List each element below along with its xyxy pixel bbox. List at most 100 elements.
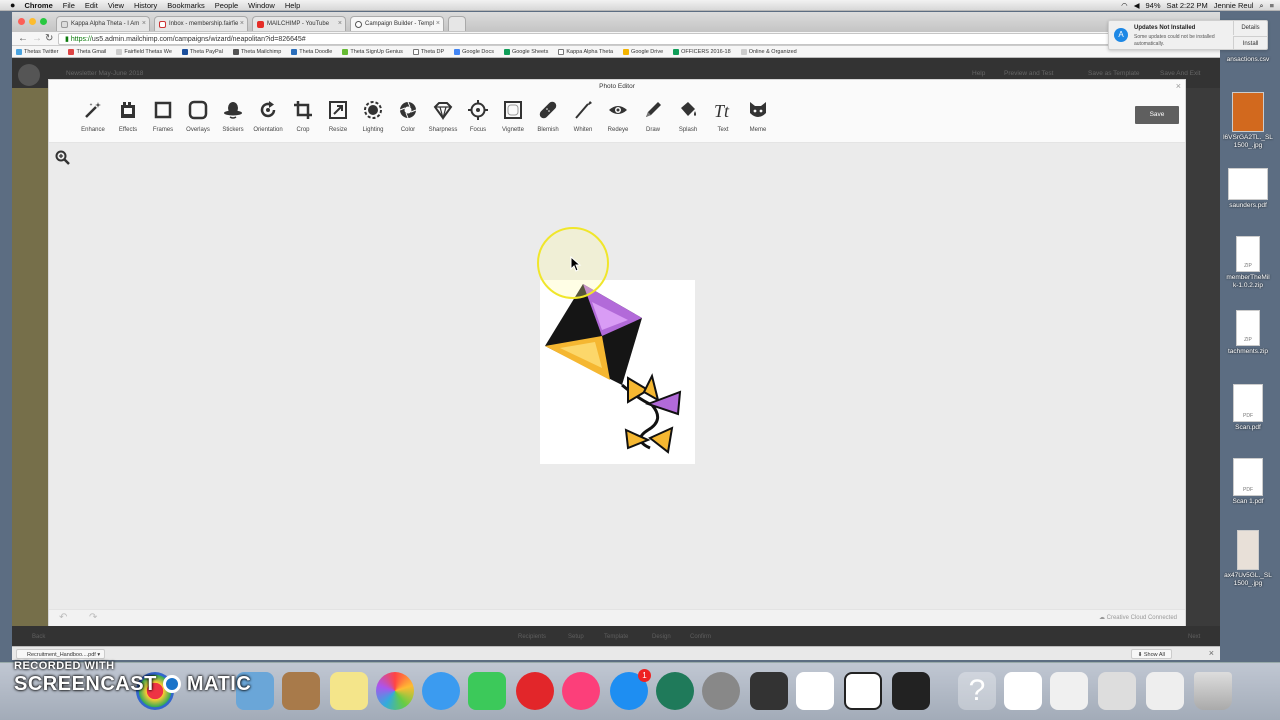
- menu-app[interactable]: Chrome: [24, 1, 52, 10]
- photos-icon[interactable]: [376, 672, 414, 710]
- chevron-down-icon[interactable]: ▾: [97, 652, 100, 658]
- forward-arrow-icon[interactable]: →: [32, 33, 42, 44]
- wifi-icon[interactable]: ◠: [1121, 1, 1128, 10]
- search-icon[interactable]: ⌕: [1259, 1, 1263, 11]
- document-stack-icon[interactable]: [1004, 672, 1042, 710]
- step-confirm[interactable]: Confirm: [690, 634, 711, 640]
- undo-icon[interactable]: ↶: [59, 612, 67, 623]
- minimize-window-icon[interactable]: [29, 18, 36, 25]
- tool-focus[interactable]: Focus: [460, 100, 496, 133]
- help-link[interactable]: Help: [972, 70, 985, 77]
- tab-kappa-alpha-theta[interactable]: Kappa Alpha Theta - I Am ×: [56, 16, 150, 31]
- tab-close-icon[interactable]: ×: [338, 20, 342, 27]
- checkmark-app-icon[interactable]: [796, 672, 834, 710]
- bookmark-item[interactable]: Theta Gmail: [68, 48, 106, 55]
- help-question-icon[interactable]: ?: [958, 672, 996, 710]
- desktop-file[interactable]: l6VSrGA2TL._SL 1500_.jpg: [1222, 92, 1274, 150]
- menu-window[interactable]: Window: [248, 1, 275, 10]
- tool-frames[interactable]: Frames: [145, 100, 181, 133]
- desktop-file[interactable]: ZIP tachments.zip: [1222, 310, 1274, 356]
- tab-close-icon[interactable]: ×: [436, 20, 440, 27]
- downloads-stack-icon[interactable]: [1146, 672, 1184, 710]
- save-and-exit-link[interactable]: Save And Exit: [1160, 70, 1200, 77]
- desktop-file[interactable]: PDF Scan 1.pdf: [1222, 458, 1274, 506]
- battery-level[interactable]: 94%: [1146, 1, 1161, 10]
- keyboard-icon[interactable]: [1098, 672, 1136, 710]
- bookmark-item[interactable]: OFFICERS 2016-18: [673, 48, 731, 55]
- user-name[interactable]: Jennie Reul: [1214, 1, 1254, 10]
- reload-icon[interactable]: ↻: [45, 33, 53, 44]
- desktop-file[interactable]: ZIP memberTheMil k-1.0.2.zip: [1222, 236, 1274, 290]
- tool-splash[interactable]: Splash: [670, 100, 706, 133]
- tool-vignette[interactable]: Vignette: [495, 100, 531, 133]
- menu-list-icon[interactable]: ≡: [1270, 1, 1274, 10]
- tool-draw[interactable]: Draw: [635, 100, 671, 133]
- tool-overlays[interactable]: Overlays: [180, 100, 216, 133]
- tool-orientation[interactable]: Orientation: [250, 100, 286, 133]
- step-template[interactable]: Template: [604, 634, 628, 640]
- install-button[interactable]: Install: [1233, 36, 1267, 50]
- bookmark-item[interactable]: Fairfield Thetas We: [116, 48, 172, 55]
- bookmark-item[interactable]: Theta DP: [412, 48, 444, 55]
- mailchimp-logo-icon[interactable]: [18, 64, 40, 86]
- tool-text[interactable]: Tt Text: [705, 100, 741, 133]
- bookmark-item[interactable]: Google Sheets: [503, 48, 548, 55]
- close-downloads-icon[interactable]: ×: [1209, 648, 1214, 658]
- messages-icon[interactable]: [422, 672, 460, 710]
- facetime-icon[interactable]: [468, 672, 506, 710]
- new-tab-button[interactable]: [448, 16, 466, 31]
- document-stack-icon[interactable]: [1050, 672, 1088, 710]
- itunes-icon[interactable]: [562, 672, 600, 710]
- desktop-file[interactable]: saunders.pdf: [1222, 168, 1274, 210]
- tab-youtube[interactable]: MAILCHIMP - YouTube ×: [252, 16, 346, 31]
- menu-bookmarks[interactable]: Bookmarks: [167, 1, 205, 10]
- tool-crop[interactable]: Crop: [285, 100, 321, 133]
- screenshot-app-icon[interactable]: [892, 672, 930, 710]
- menu-edit[interactable]: Edit: [85, 1, 98, 10]
- desktop-file[interactable]: ax47Uv5GL._SL 1500_.jpg: [1222, 530, 1274, 588]
- tool-color[interactable]: Color: [390, 100, 426, 133]
- system-preferences-icon[interactable]: [702, 672, 740, 710]
- save-button[interactable]: Save: [1135, 106, 1179, 124]
- menu-help[interactable]: Help: [285, 1, 300, 10]
- download-item[interactable]: Recruitment_Handboo....pdf ▾: [16, 649, 106, 659]
- tool-effects[interactable]: Effects: [110, 100, 146, 133]
- back-button[interactable]: Back: [32, 634, 45, 640]
- tool-redeye[interactable]: Redeye: [600, 100, 636, 133]
- close-icon[interactable]: ×: [1176, 81, 1181, 91]
- menu-people[interactable]: People: [215, 1, 238, 10]
- image-canvas[interactable]: [540, 280, 695, 464]
- trash-icon[interactable]: [1194, 672, 1232, 710]
- back-arrow-icon[interactable]: ←: [18, 33, 28, 44]
- clock[interactable]: Sat 2:22 PM: [1167, 1, 1208, 10]
- bookmark-item[interactable]: Kappa Alpha Theta: [558, 48, 613, 55]
- tab-close-icon[interactable]: ×: [240, 20, 244, 27]
- tool-whiten[interactable]: Whiten: [565, 100, 601, 133]
- step-setup[interactable]: Setup: [568, 634, 584, 640]
- bookmark-item[interactable]: Google Drive: [623, 48, 663, 55]
- tool-lighting[interactable]: Lighting: [355, 100, 391, 133]
- bookmark-item[interactable]: Theta SignUp Genius: [342, 48, 403, 55]
- tab-inbox[interactable]: Inbox - membership.fairfie ×: [154, 16, 248, 31]
- bookmark-item[interactable]: Theta Doodle: [291, 48, 332, 55]
- menu-view[interactable]: View: [108, 1, 124, 10]
- next-button[interactable]: Next: [1188, 634, 1200, 640]
- apple-icon[interactable]: ●: [10, 0, 15, 10]
- bookmark-item[interactable]: Theta Mailchimp: [232, 48, 281, 55]
- url-field[interactable]: ▮ https://us5.admin.mailchimp.com/campai…: [58, 33, 1188, 45]
- printer-icon[interactable]: [750, 672, 788, 710]
- tool-stickers[interactable]: Stickers: [215, 100, 251, 133]
- bookmark-item[interactable]: Theta PayPal: [181, 48, 223, 55]
- tool-meme[interactable]: Meme: [740, 100, 776, 133]
- tool-blemish[interactable]: Blemish: [530, 100, 566, 133]
- time-machine-icon[interactable]: [656, 672, 694, 710]
- menu-history[interactable]: History: [134, 1, 157, 10]
- close-window-icon[interactable]: [18, 18, 25, 25]
- tab-close-icon[interactable]: ×: [142, 20, 146, 27]
- zoom-icon[interactable]: [55, 150, 71, 169]
- notes-icon[interactable]: [330, 672, 368, 710]
- dots-app-icon[interactable]: [516, 672, 554, 710]
- menu-file[interactable]: File: [63, 1, 75, 10]
- save-as-template-link[interactable]: Save as Template: [1088, 70, 1140, 77]
- bookmark-item[interactable]: Thetas Twitter: [16, 48, 58, 55]
